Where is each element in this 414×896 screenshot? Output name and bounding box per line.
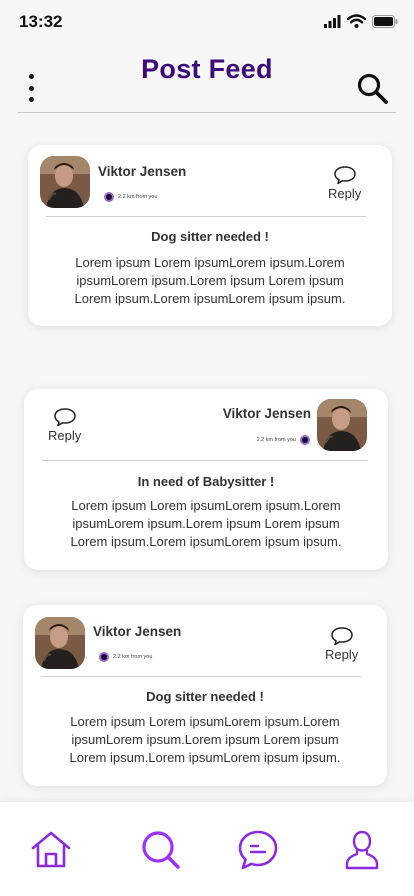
post-title: Dog sitter needed !	[151, 229, 269, 244]
distance-text: 2.2 km from you	[118, 194, 158, 200]
post-body-line: ipsumLorem ipsum.Lorem ipsum Lorem ipsum	[71, 732, 339, 747]
avatar[interactable]	[35, 617, 85, 669]
dot	[28, 85, 34, 91]
reply-button[interactable]: Reply	[48, 407, 81, 443]
signal-icon	[324, 14, 341, 28]
nav-home-button[interactable]	[29, 828, 73, 872]
reply-label: Reply	[48, 428, 82, 443]
distance-label: 2.2 km from you	[104, 192, 157, 202]
post-body: Lorem ipsum Lorem ipsumLorem ipsum.Lorem…	[23, 713, 387, 767]
reply-button[interactable]: Reply	[328, 165, 361, 201]
post-body-line: Lorem ipsum.Lorem ipsumLorem ipsum ipsum…	[70, 534, 342, 549]
author-name[interactable]: Viktor Jensen	[223, 406, 311, 421]
reply-label: Reply	[328, 186, 362, 201]
avatar[interactable]	[40, 156, 90, 208]
bottom-nav	[0, 802, 414, 896]
post-body-line: Lorem ipsum Lorem ipsumLorem ipsum.Lorem	[75, 255, 345, 270]
author-name[interactable]: Viktor Jensen	[93, 624, 181, 639]
post-body-line: ipsumLorem ipsum.Lorem ipsum Lorem ipsum	[76, 273, 344, 288]
wifi-icon	[347, 14, 366, 28]
post-card[interactable]: Reply Viktor Jensen 2.2 km from you In n…	[24, 389, 388, 570]
battery-icon	[372, 14, 398, 28]
post-body: Lorem ipsum Lorem ipsumLorem ipsum.Lorem…	[28, 254, 392, 308]
nav-profile-button[interactable]	[340, 828, 384, 872]
distance-text: 2.2 km from you	[113, 654, 153, 660]
post-body-line: Lorem ipsum.Lorem ipsumLorem ipsum ipsum…	[74, 291, 346, 306]
search-button[interactable]	[356, 72, 390, 106]
card-divider	[41, 676, 361, 677]
search-icon	[142, 831, 180, 869]
reply-label: Reply	[325, 647, 359, 662]
status-bar: 13:32	[0, 0, 414, 46]
home-icon	[31, 831, 71, 868]
card-divider	[42, 460, 368, 461]
author-name[interactable]: Viktor Jensen	[98, 164, 186, 179]
header-divider	[18, 112, 396, 113]
reply-button[interactable]: Reply	[325, 626, 358, 662]
post-body: Lorem ipsum Lorem ipsumLorem ipsum.Lorem…	[24, 497, 388, 551]
card-divider	[46, 216, 366, 217]
distance-label: 2.2 km from you	[257, 435, 310, 445]
status-icons	[324, 14, 398, 28]
nav-search-button[interactable]	[139, 828, 183, 872]
location-pin-icon	[99, 652, 109, 662]
location-pin-icon	[104, 192, 114, 202]
post-card[interactable]: Viktor Jensen 2.2 km from you Reply Dog …	[28, 145, 392, 326]
post-body-line: Lorem ipsum.Lorem ipsumLorem ipsum ipsum…	[69, 750, 341, 765]
nav-messages-button[interactable]	[236, 828, 280, 872]
search-icon	[357, 73, 388, 104]
post-card[interactable]: Viktor Jensen 2.2 km from you Reply Dog …	[23, 605, 387, 786]
post-body-line: Lorem ipsum Lorem ipsumLorem ipsum.Lorem	[70, 714, 340, 729]
page-title: Post Feed	[141, 54, 273, 84]
distance-text: 2.2 km from you	[256, 437, 296, 443]
location-pin-icon	[300, 435, 310, 445]
profile-icon	[345, 830, 379, 870]
header: Post Feed	[0, 50, 414, 114]
distance-label: 2.2 km from you	[99, 652, 152, 662]
avatar[interactable]	[317, 399, 367, 451]
post-body-line: Lorem ipsum Lorem ipsumLorem ipsum.Lorem	[71, 498, 341, 513]
post-title: In need of Babysitter !	[137, 474, 275, 489]
post-body-line: ipsumLorem ipsum.Lorem ipsum Lorem ipsum	[72, 516, 340, 531]
chat-bubble-icon	[330, 627, 353, 646]
chat-bubble-icon	[333, 166, 356, 185]
status-time: 13:32	[19, 12, 63, 31]
post-title: Dog sitter needed !	[146, 689, 264, 704]
chat-icon	[238, 830, 278, 870]
dot	[28, 97, 34, 102]
chat-bubble-icon	[53, 408, 76, 427]
